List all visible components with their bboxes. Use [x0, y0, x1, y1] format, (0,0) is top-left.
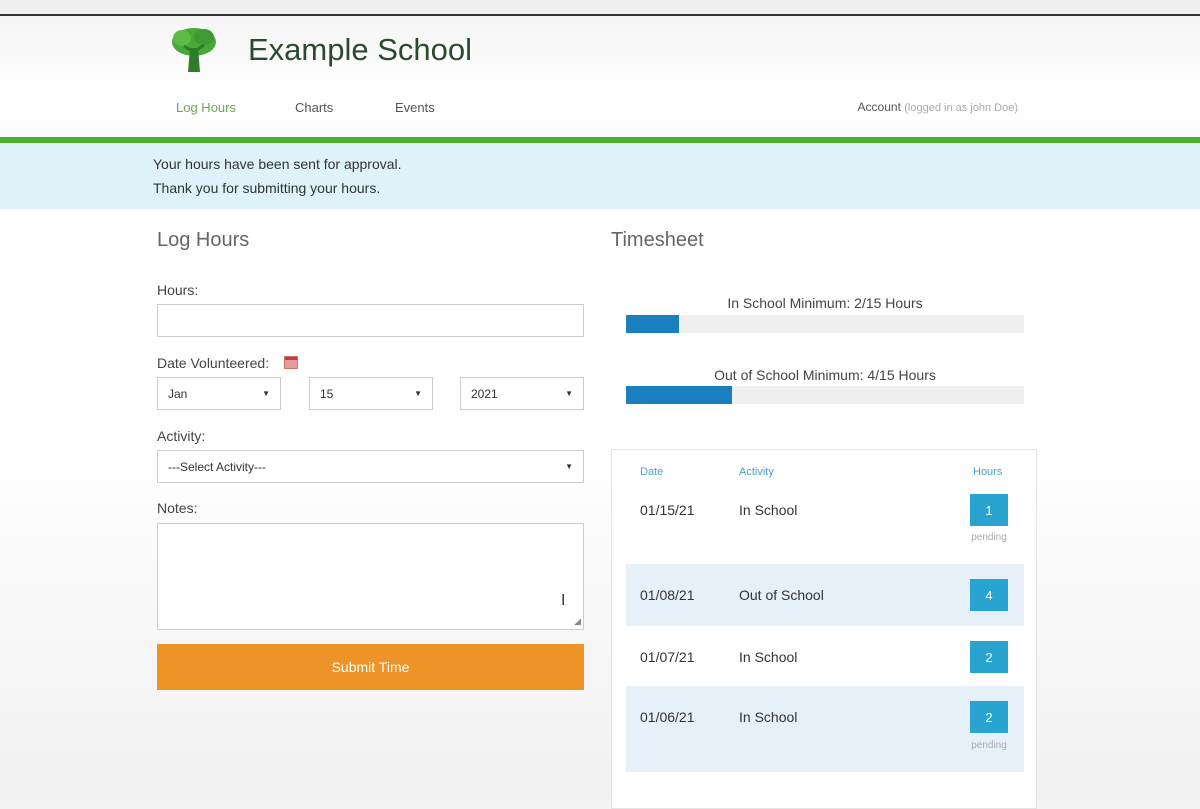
account-menu[interactable]: Account (logged in as john Doe) — [858, 100, 1018, 114]
out-school-progress-label: Out of School Minimum: 4/15 Hours — [714, 367, 936, 383]
submit-time-button[interactable]: Submit Time — [157, 644, 584, 690]
window-top-strip — [0, 0, 1200, 16]
column-header-activity: Activity — [739, 466, 774, 478]
notes-label: Notes: — [157, 500, 198, 516]
table-row: 01/06/21 In School 2 pending — [626, 686, 1024, 772]
in-school-progress-label: In School Minimum: 2/15 Hours — [727, 295, 923, 311]
activity-label: Activity: — [157, 428, 206, 444]
log-hours-title: Log Hours — [157, 229, 250, 251]
hours-label: Hours: — [157, 282, 199, 298]
notice-line-2: Thank you for submitting your hours. — [153, 180, 381, 196]
out-school-progress-bar — [626, 386, 1024, 404]
month-value: Jan — [168, 386, 188, 401]
chevron-down-icon: ▼ — [414, 389, 422, 398]
table-row: 01/07/21 In School 2 — [626, 626, 1024, 688]
hours-badge: 4 — [970, 579, 1008, 611]
entry-date: 01/07/21 — [640, 649, 695, 665]
entry-activity: In School — [739, 502, 798, 518]
in-school-progress-bar — [626, 315, 1024, 333]
entry-activity: Out of School — [739, 587, 824, 603]
nav-charts[interactable]: Charts — [295, 100, 333, 115]
logged-in-status: (logged in as john Doe) — [904, 102, 1018, 114]
month-select[interactable]: Jan ▼ — [157, 377, 281, 410]
approval-notice: Your hours have been sent for approval. … — [0, 143, 1200, 209]
hours-badge: 2 — [970, 701, 1008, 733]
year-select[interactable]: 2021 ▼ — [460, 377, 584, 410]
day-select[interactable]: 15 ▼ — [309, 377, 433, 410]
year-value: 2021 — [471, 386, 498, 401]
timesheet-title: Timesheet — [611, 229, 704, 251]
entry-date: 01/08/21 — [640, 587, 695, 603]
table-row: 01/15/21 In School 1 pending — [626, 479, 1024, 543]
activity-value: ---Select Activity--- — [168, 459, 267, 474]
hours-input[interactable] — [157, 304, 584, 337]
tree-logo-icon — [172, 28, 216, 72]
progress-fill — [626, 315, 680, 333]
status-badge: pending — [971, 740, 1007, 751]
date-volunteered-label: Date Volunteered: — [157, 355, 270, 371]
activity-select[interactable]: ---Select Activity--- ▼ — [157, 450, 584, 483]
nav-events[interactable]: Events — [395, 100, 435, 115]
hours-badge: 2 — [970, 641, 1008, 673]
entry-activity: In School — [739, 649, 798, 665]
nav-log-hours[interactable]: Log Hours — [176, 100, 236, 115]
entry-activity: In School — [739, 709, 798, 725]
site-header: Example School Log Hours Charts Events A… — [0, 16, 1200, 137]
calendar-icon[interactable] — [284, 356, 298, 369]
table-row: 01/08/21 Out of School 4 — [626, 564, 1024, 626]
notice-line-1: Your hours have been sent for approval. — [153, 156, 402, 172]
entry-date: 01/06/21 — [640, 709, 695, 725]
resize-handle-icon[interactable]: ◢ — [574, 616, 581, 627]
chevron-down-icon: ▼ — [262, 389, 270, 398]
chevron-down-icon: ▼ — [565, 462, 573, 471]
account-label: Account — [857, 100, 901, 114]
column-header-hours: Hours — [973, 466, 1003, 478]
text-cursor-icon: I — [561, 592, 566, 609]
progress-fill — [626, 386, 733, 404]
status-badge: pending — [971, 532, 1007, 543]
entry-date: 01/15/21 — [640, 502, 695, 518]
school-name: Example School — [248, 32, 473, 67]
notes-textarea[interactable]: ◢ — [157, 523, 584, 630]
column-header-date: Date — [640, 466, 664, 478]
hours-badge: 1 — [970, 494, 1008, 526]
day-value: 15 — [320, 386, 334, 401]
chevron-down-icon: ▼ — [565, 389, 573, 398]
